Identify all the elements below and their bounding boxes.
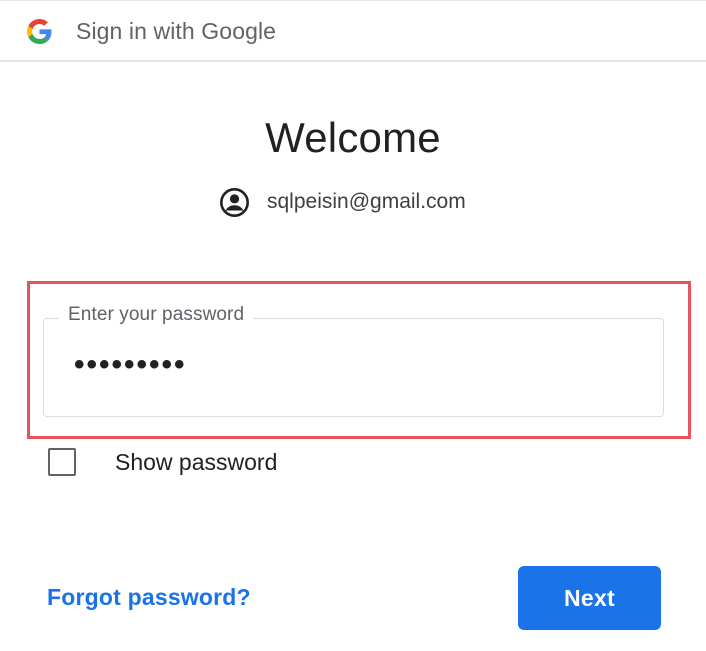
account-email: sqlpeisin@gmail.com — [267, 190, 466, 213]
google-g-icon — [27, 19, 52, 44]
show-password-row[interactable]: Show password — [48, 444, 277, 480]
page-title: Welcome — [265, 114, 441, 161]
account-chip[interactable]: sqlpeisin@gmail.com — [219, 186, 466, 218]
show-password-label[interactable]: Show password — [115, 449, 277, 476]
forgot-password-link[interactable]: Forgot password? — [47, 584, 251, 611]
header-title: Sign in with Google — [76, 18, 277, 44]
show-password-checkbox[interactable] — [48, 448, 76, 476]
password-input-value[interactable]: ••••••••• — [74, 348, 187, 382]
next-button[interactable]: Next — [518, 566, 661, 630]
password-field[interactable]: Enter your password ••••••••• — [43, 304, 664, 417]
account-circle-icon — [220, 187, 249, 217]
password-field-label: Enter your password — [59, 304, 254, 326]
sign-in-page: Sign in with Google Welcome sqlpeisin@gm… — [0, 0, 706, 651]
header-bar: Sign in with Google — [0, 0, 706, 62]
